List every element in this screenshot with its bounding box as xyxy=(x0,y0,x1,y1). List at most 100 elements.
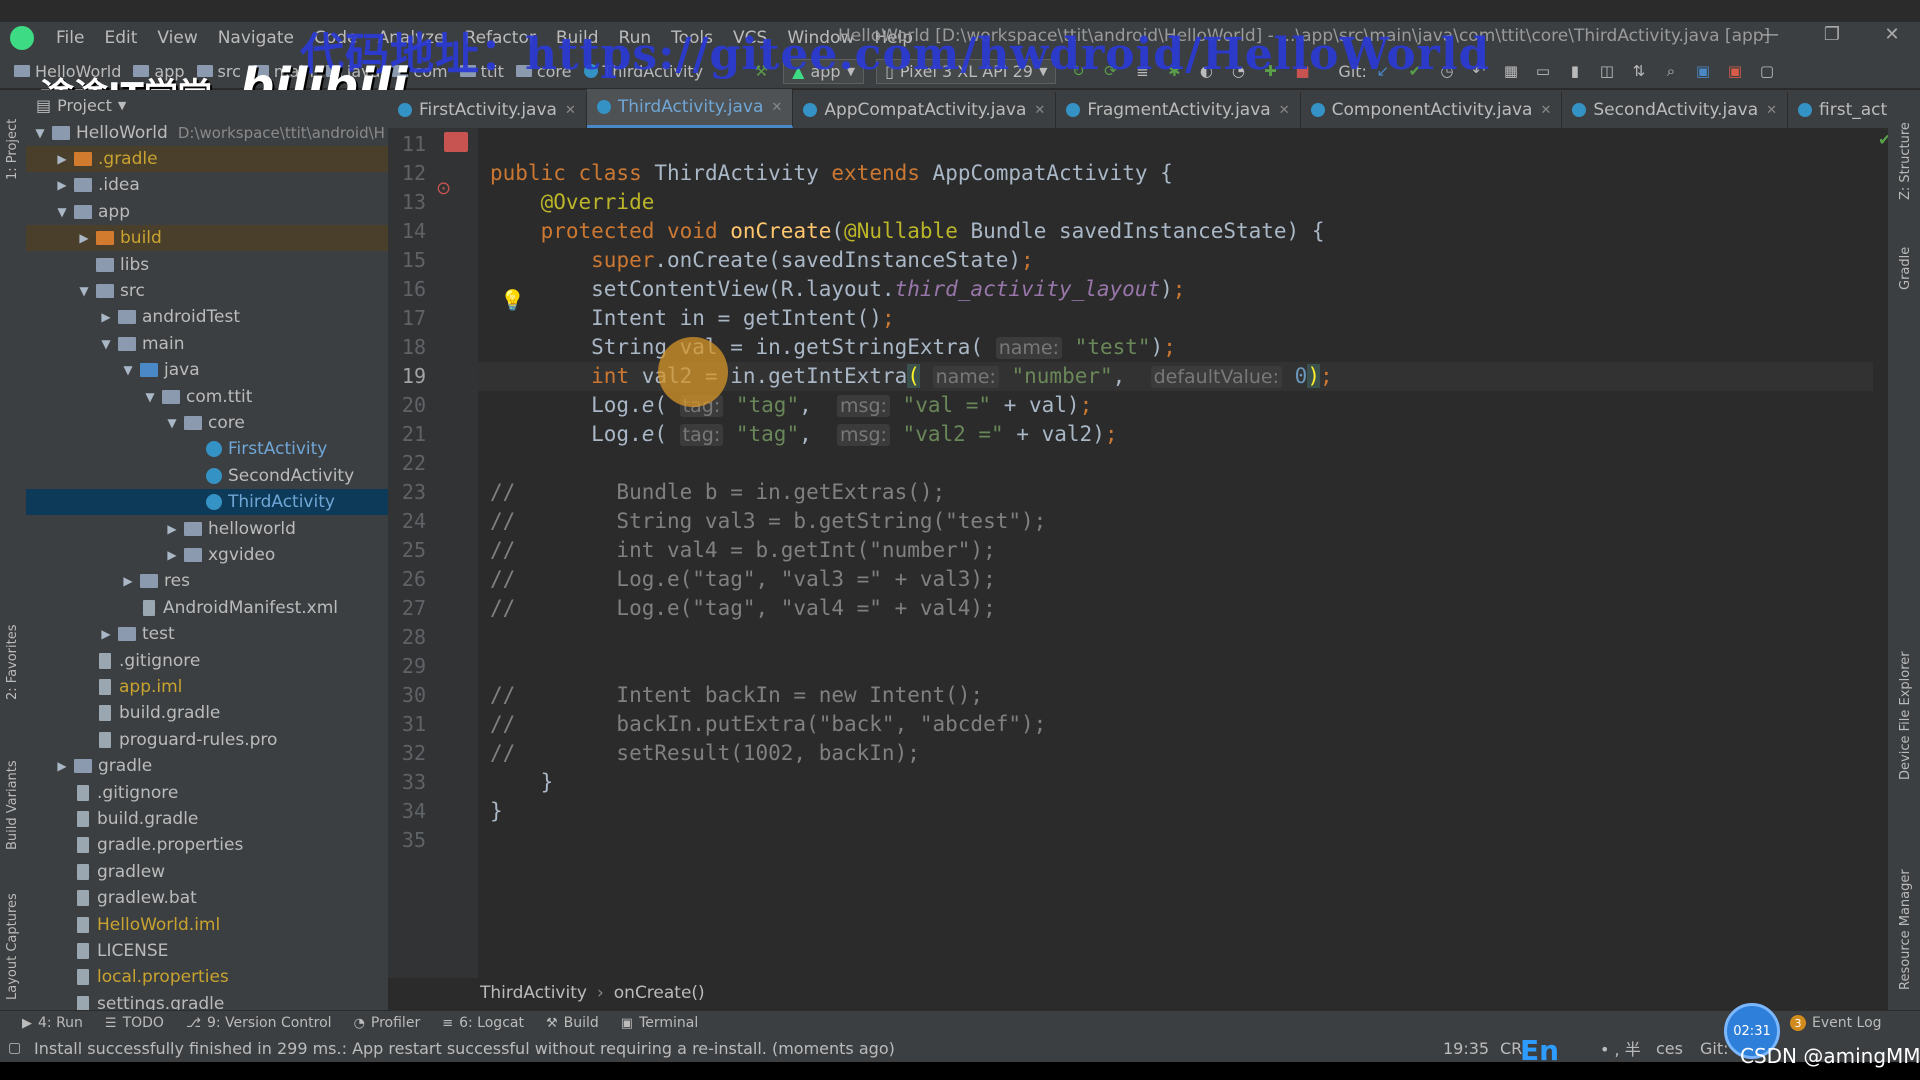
lightbulb-icon[interactable]: 💡 xyxy=(500,288,525,312)
search-icon[interactable]: ⌕ xyxy=(1659,59,1683,83)
code-line[interactable]: } xyxy=(490,768,554,797)
tool-window-9-version-control[interactable]: ⎇ 9: Version Control xyxy=(186,1015,332,1031)
line-number[interactable]: 22 xyxy=(388,451,426,475)
tree-row[interactable]: ▶ gradle xyxy=(26,753,388,779)
chevron-right-icon[interactable]: ▶ xyxy=(54,759,70,773)
code-line[interactable]: int val2 = in.getIntExtra( name: "number… xyxy=(490,362,1333,391)
tree-row[interactable]: ▶ res xyxy=(26,568,388,594)
line-number[interactable]: 29 xyxy=(388,654,426,678)
tool-strip-1-project[interactable]: 1: Project xyxy=(5,119,20,180)
chevron-down-icon[interactable]: ▼ xyxy=(118,99,126,112)
tree-row[interactable]: .gitignore xyxy=(26,780,388,806)
tool-strip-device-file-explorer[interactable]: Device File Explorer xyxy=(1898,651,1913,780)
tool-window-4-run[interactable]: ▶ 4: Run xyxy=(22,1015,83,1031)
close-icon[interactable]: ✕ xyxy=(1279,103,1290,118)
chevron-right-icon[interactable]: ▶ xyxy=(54,178,70,192)
chevron-down-icon[interactable]: ▼ xyxy=(32,126,48,140)
account-icon[interactable]: ▢ xyxy=(1755,59,1779,83)
tree-row[interactable]: local.properties xyxy=(26,964,388,990)
tree-row[interactable]: gradle.properties xyxy=(26,832,388,858)
chevron-right-icon[interactable]: ▶ xyxy=(54,152,70,166)
line-number[interactable]: 35 xyxy=(388,828,426,852)
tool-strip-layout-captures[interactable]: Layout Captures xyxy=(5,893,20,1000)
editor-breadcrumb-item[interactable]: onCreate() xyxy=(614,983,705,1003)
tool-strip-2-favorites[interactable]: 2: Favorites xyxy=(5,624,20,700)
line-number[interactable]: 28 xyxy=(388,625,426,649)
code-line[interactable]: // Log.e("tag", "val4 =" + val4); xyxy=(490,594,996,623)
line-number[interactable]: 33 xyxy=(388,770,426,794)
close-icon[interactable]: ✕ xyxy=(1540,103,1551,118)
tool-strip-resource-manager[interactable]: Resource Manager xyxy=(1898,869,1913,990)
editor-tab-secondactivity-java[interactable]: SecondActivity.java ✕ xyxy=(1562,92,1789,128)
tree-row[interactable]: ▼ com.ttit xyxy=(26,384,388,410)
close-icon[interactable]: ✕ xyxy=(1034,103,1045,118)
menu-item-view[interactable]: View xyxy=(147,28,207,48)
tool-window-build[interactable]: ⚒ Build xyxy=(546,1015,599,1031)
tree-row[interactable]: SecondActivity xyxy=(26,463,388,489)
tree-row[interactable]: gradlew.bat xyxy=(26,885,388,911)
line-separator[interactable]: CR xyxy=(1500,1039,1522,1058)
chevron-right-icon[interactable]: ▶ xyxy=(120,574,136,588)
chevron-down-icon[interactable]: ▼ xyxy=(98,337,114,351)
editor-tab-appcompatactivity-java[interactable]: AppCompatActivity.java ✕ xyxy=(793,92,1057,128)
tree-row[interactable]: ▼ core xyxy=(26,410,388,436)
line-number[interactable]: 17 xyxy=(388,306,426,330)
line-number[interactable]: 18 xyxy=(388,335,426,359)
chevron-down-icon[interactable]: ▼ xyxy=(54,205,70,219)
chevron-right-icon[interactable]: ▶ xyxy=(164,548,180,562)
status-toggle-icon[interactable]: ▢ xyxy=(8,1040,21,1056)
chevron-down-icon[interactable]: ▼ xyxy=(120,363,136,377)
code-line[interactable]: // Intent backIn = new Intent(); xyxy=(490,681,983,710)
caret-position[interactable]: 19:35 xyxy=(1443,1039,1489,1058)
line-number[interactable]: 15 xyxy=(388,248,426,272)
project-view-label[interactable]: Project xyxy=(57,96,112,115)
line-number[interactable]: 21 xyxy=(388,422,426,446)
line-number[interactable]: 14 xyxy=(388,219,426,243)
editor-tab-firstactivity-java[interactable]: FirstActivity.java ✕ xyxy=(388,92,587,128)
tree-row[interactable]: ▶ .gradle xyxy=(26,146,388,172)
code-line[interactable]: public class ThirdActivity extends AppCo… xyxy=(490,159,1173,188)
tool-strip-gradle[interactable]: Gradle xyxy=(1898,247,1913,290)
tool-window-profiler[interactable]: ◔ Profiler xyxy=(354,1015,421,1031)
tree-row[interactable]: ▶ test xyxy=(26,621,388,647)
tree-row[interactable]: ▶ xgvideo xyxy=(26,542,388,568)
tree-row[interactable]: ThirdActivity xyxy=(26,489,388,516)
close-icon[interactable]: ✕ xyxy=(771,100,782,115)
tree-row[interactable]: AndroidManifest.xml xyxy=(26,595,388,621)
tree-row[interactable]: app.iml xyxy=(26,674,388,700)
tree-row[interactable]: ▼ src xyxy=(26,278,388,304)
editor-tab-componentactivity-java[interactable]: ComponentActivity.java ✕ xyxy=(1301,92,1563,128)
code-line[interactable]: String val = in.getStringExtra( name: "t… xyxy=(490,333,1176,362)
line-number[interactable]: 12 xyxy=(388,161,426,185)
tree-row[interactable]: build.gradle xyxy=(26,700,388,726)
menu-item-file[interactable]: File xyxy=(46,28,94,48)
close-button[interactable]: ✕ xyxy=(1870,24,1914,50)
code-line[interactable]: // Bundle b = in.getExtras(); xyxy=(490,478,945,507)
tree-row[interactable]: build.gradle xyxy=(26,806,388,832)
tool-window-terminal[interactable]: ▣ Terminal xyxy=(621,1015,698,1031)
line-number[interactable]: 27 xyxy=(388,596,426,620)
line-number[interactable]: 24 xyxy=(388,509,426,533)
tree-row[interactable]: ▼ java xyxy=(26,357,388,383)
tree-row[interactable]: ▶ androidTest xyxy=(26,304,388,330)
chevron-right-icon[interactable]: ▶ xyxy=(164,522,180,536)
tree-row[interactable]: ▼ main xyxy=(26,331,388,357)
code-line[interactable]: // String val3 = b.getString("test"); xyxy=(490,507,1046,536)
tool-strip-build-variants[interactable]: Build Variants xyxy=(5,760,20,850)
tree-row[interactable]: libs xyxy=(26,252,388,278)
chevron-right-icon[interactable]: ▶ xyxy=(98,627,114,641)
tree-row[interactable]: settings.gradle xyxy=(26,991,388,1010)
device-manager-icon[interactable]: ◫ xyxy=(1595,59,1619,83)
line-number[interactable]: 25 xyxy=(388,538,426,562)
minimize-button[interactable]: — xyxy=(1748,24,1792,50)
tree-row[interactable]: ▼ app xyxy=(26,199,388,225)
code-line[interactable]: // setResult(1002, backIn); xyxy=(490,739,920,768)
line-number[interactable]: 20 xyxy=(388,393,426,417)
tree-row[interactable]: LICENSE xyxy=(26,938,388,964)
tool-window-todo[interactable]: ☰ TODO xyxy=(105,1015,164,1031)
sync-icon[interactable]: ⇅ xyxy=(1627,59,1651,83)
code-line[interactable]: } xyxy=(490,797,503,826)
line-number[interactable]: 19 xyxy=(388,364,426,388)
code-line[interactable]: // Log.e("tag", "val3 =" + val3); xyxy=(490,565,996,594)
line-number[interactable]: 30 xyxy=(388,683,426,707)
